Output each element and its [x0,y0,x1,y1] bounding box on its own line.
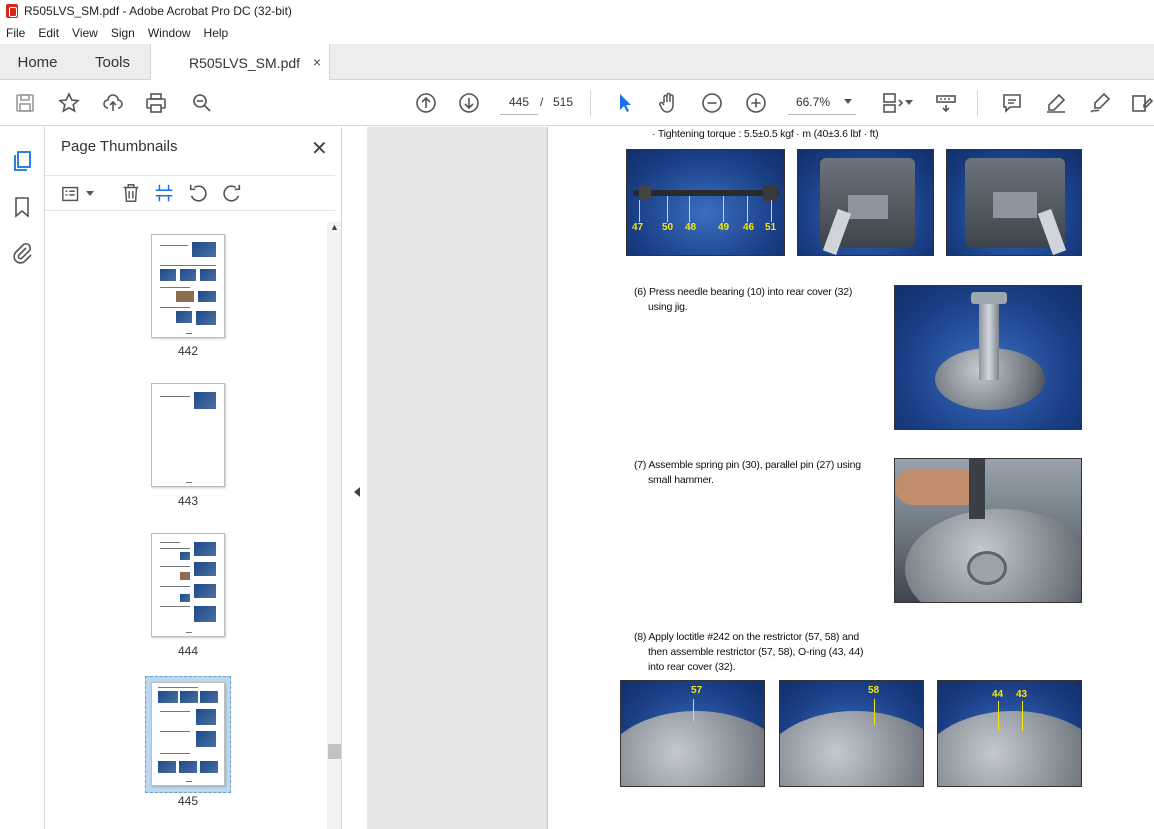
upload-icon[interactable] [101,91,125,115]
panel-collapse-strip[interactable] [343,127,367,829]
page-separator: / [540,95,544,109]
parts-photo: 47 50 48 49 46 51 [626,149,785,256]
callout-label: 50 [662,222,674,233]
toolbar-divider [977,90,978,116]
next-page-icon[interactable] [457,91,481,115]
step6-text: (6) Press needle bearing (10) into rear … [634,286,853,298]
main-toolbar [0,80,1154,126]
tab-document[interactable]: R505LVS_SM.pdf × [150,44,330,81]
left-rail [0,127,45,829]
chevron-down-icon [844,99,852,104]
zoom-dropdown[interactable]: 66.7% [788,89,856,115]
tab-document-label: R505LVS_SM.pdf [189,54,301,71]
attachment-icon[interactable] [10,241,34,265]
menu-edit[interactable]: Edit [38,26,59,40]
zoom-value: 66.7% [796,94,831,109]
needle-bearing-photo [894,285,1082,430]
tab-tools[interactable]: Tools [75,44,150,80]
collapse-panel-icon[interactable] [354,487,360,497]
page-total: 515 [553,95,574,109]
menu-window[interactable]: Window [148,26,191,40]
save-icon[interactable] [13,91,37,115]
panel-scrollbar[interactable]: ▲ [327,222,341,829]
select-arrow-icon[interactable] [613,91,637,115]
delete-icon[interactable] [120,182,142,204]
menu-sign[interactable]: Sign [111,26,135,40]
scroll-up-icon[interactable]: ▲ [330,222,339,232]
tab-close-icon[interactable]: × [313,54,321,70]
chevron-down-icon[interactable] [86,191,94,196]
callout-label: 44 [992,689,1004,700]
chevron-down-icon[interactable] [905,100,913,105]
menu-view[interactable]: View [72,26,98,40]
rotate-cw-icon[interactable] [221,182,243,204]
tab-bar: Home Tools R505LVS_SM.pdf × [0,44,1154,81]
panel-title: Page Thumbnails [61,138,178,155]
window-title: R505LVS_SM.pdf - Adobe Acrobat Pro DC (3… [24,4,292,18]
thumbnail-label: 444 [177,644,199,658]
menu-bar: File Edit View Sign Window Help [0,22,1154,44]
scroll-mode-icon[interactable] [934,91,958,115]
step8-text: (8) Apply loctitle #242 on the restricto… [634,631,859,643]
step7-text: small hammer. [648,474,714,486]
step8-text: into rear cover (32). [648,661,736,673]
cover-photo [797,149,934,256]
page-fit-icon[interactable] [880,91,904,115]
zoom-out-icon[interactable] [700,91,724,115]
print-icon[interactable] [144,91,168,115]
title-bar: R505LVS_SM.pdf - Adobe Acrobat Pro DC (3… [0,0,1154,22]
callout-label: 57 [691,685,703,696]
step8-text: then assemble restrictor (57, 58), O-rin… [648,646,864,658]
callout-label: 48 [685,222,697,233]
thumbnail-label: 442 [177,344,199,358]
options-icon[interactable] [61,183,83,205]
callout-label: 46 [743,222,755,233]
callout-label: 58 [868,685,880,696]
hand-icon[interactable] [656,91,680,115]
cover-photo [946,149,1082,256]
page-number-input[interactable]: 445 [500,89,538,115]
callout-label: 43 [1016,689,1028,700]
comment-icon[interactable] [1000,91,1024,115]
star-icon[interactable] [57,91,81,115]
pages-icon[interactable] [10,149,34,173]
toolbar-divider [590,90,591,116]
step6-text: using jig. [648,301,688,313]
restrictor-photo: 57 [620,680,765,787]
thumbnail-page[interactable] [151,533,225,637]
menu-file[interactable]: File [6,26,25,40]
callout-label: 51 [765,222,777,233]
callout-label: 47 [632,222,644,233]
zoom-in-icon[interactable] [744,91,768,115]
menu-help[interactable]: Help [204,26,229,40]
highlight-icon[interactable] [1044,91,1068,115]
torque-text: · Tightening torque : 5.5±0.5 kgf · m (4… [652,128,879,140]
prev-page-icon[interactable] [414,91,438,115]
callout-label: 49 [718,222,730,233]
panel-toolbar [45,175,335,211]
thumbnail-page[interactable] [151,383,225,487]
bookmark-icon[interactable] [10,195,34,219]
step7-text: (7) Assemble spring pin (30), parallel p… [634,459,861,471]
thumbnail-label: 445 [177,794,199,808]
edit-pdf-icon[interactable] [1130,91,1154,115]
close-icon[interactable]: ✕ [311,136,328,161]
tab-home[interactable]: Home [0,44,75,80]
spring-pin-photo [894,458,1082,603]
sign-icon[interactable] [1088,91,1112,115]
acrobat-logo-icon [6,4,18,18]
thumbnail-label: 443 [177,494,199,508]
pdf-page: · Tightening torque : 5.5±0.5 kgf · m (4… [547,127,1154,829]
find-icon[interactable] [190,91,214,115]
oring-photo: 44 43 [937,680,1082,787]
thumbnails-panel: Page Thumbnails ✕ 442 443 444 445 ▲ [45,127,342,829]
scroll-thumb[interactable] [328,744,341,759]
thumbnail-page-selected[interactable] [151,682,225,786]
restrictor-photo: 58 [779,680,924,787]
extract-pages-icon[interactable] [153,182,175,204]
rotate-ccw-icon[interactable] [187,182,209,204]
thumbnail-page[interactable] [151,234,225,338]
